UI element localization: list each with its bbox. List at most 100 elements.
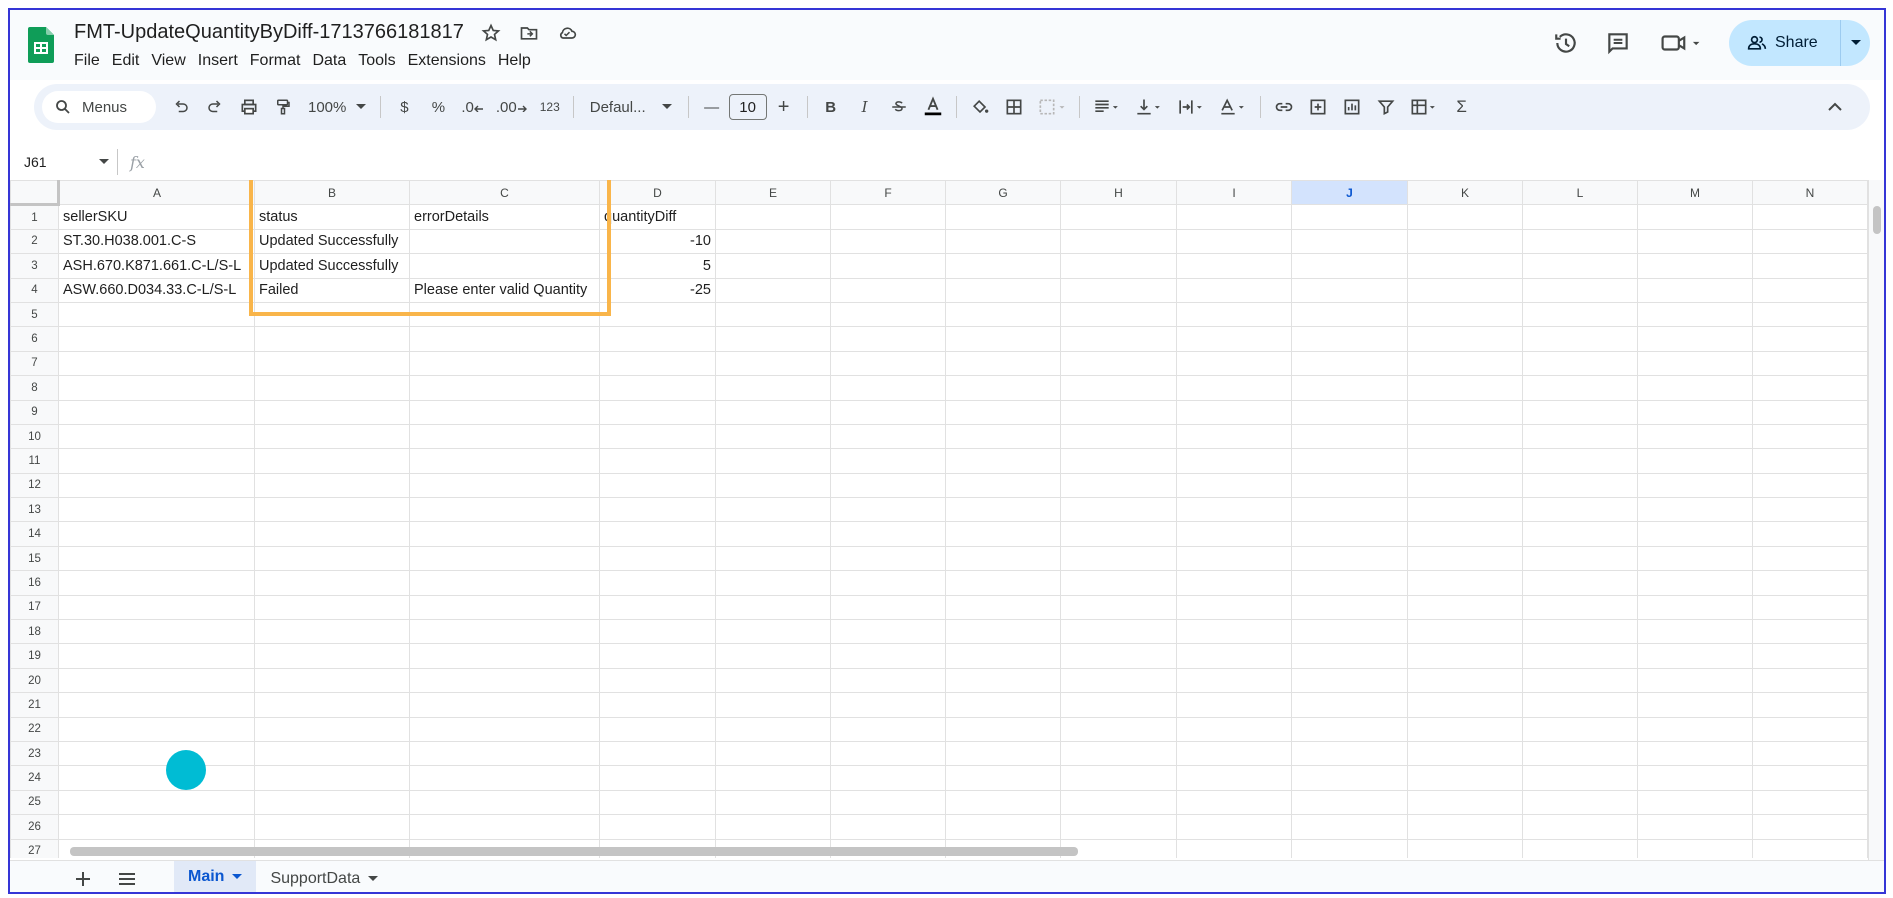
cell[interactable] <box>830 228 946 255</box>
cell[interactable] <box>599 423 716 450</box>
cell[interactable] <box>1522 716 1638 742</box>
cell[interactable] <box>409 448 600 474</box>
horizontal-scrollbar[interactable] <box>60 844 1856 858</box>
menu-extensions[interactable]: Extensions <box>408 52 494 70</box>
vertical-align-icon[interactable] <box>1130 92 1168 122</box>
menu-format[interactable]: Format <box>250 52 309 70</box>
cell[interactable] <box>1291 448 1408 474</box>
cell[interactable] <box>830 643 946 669</box>
cell[interactable] <box>1291 667 1408 694</box>
redo-icon[interactable] <box>200 92 230 122</box>
cell[interactable] <box>1407 789 1523 816</box>
column-header-g[interactable]: G <box>945 180 1061 206</box>
cell[interactable] <box>945 375 1061 401</box>
cell[interactable] <box>58 472 255 499</box>
cell[interactable] <box>599 545 716 572</box>
cell-d3[interactable]: 5 <box>599 253 716 279</box>
menu-view[interactable]: View <box>151 52 193 70</box>
cell[interactable] <box>945 228 1061 255</box>
cell-b4[interactable]: Failed <box>254 277 410 303</box>
cell[interactable] <box>1176 570 1292 596</box>
cell[interactable] <box>1752 326 1868 352</box>
cell[interactable] <box>830 740 946 767</box>
column-header-l[interactable]: L <box>1522 180 1638 206</box>
cell[interactable] <box>409 375 600 401</box>
cell[interactable] <box>1060 594 1177 621</box>
cell[interactable] <box>409 545 600 572</box>
collapse-toolbar-icon[interactable] <box>1820 92 1850 122</box>
insert-chart-icon[interactable] <box>1337 92 1367 122</box>
meet-video-icon[interactable] <box>1655 28 1707 58</box>
cell[interactable] <box>1522 570 1638 596</box>
row-header[interactable]: 8 <box>10 375 59 401</box>
name-box[interactable]: J61 <box>10 149 118 175</box>
cell[interactable] <box>599 643 716 669</box>
column-header-e[interactable]: E <box>715 180 831 206</box>
cell[interactable] <box>715 399 831 425</box>
cell[interactable] <box>254 350 410 377</box>
cell[interactable] <box>1060 472 1177 499</box>
row-header[interactable]: 7 <box>10 350 59 377</box>
print-icon[interactable] <box>234 92 264 122</box>
cell[interactable] <box>715 740 831 767</box>
cell[interactable] <box>1407 740 1523 767</box>
column-header-j[interactable]: J <box>1291 180 1408 206</box>
cell[interactable] <box>715 423 831 450</box>
undo-icon[interactable] <box>166 92 196 122</box>
cell[interactable] <box>1637 765 1753 791</box>
cell[interactable] <box>945 667 1061 694</box>
font-family-select[interactable]: Defaul... <box>582 92 680 122</box>
cell[interactable] <box>599 570 716 596</box>
cell[interactable] <box>945 716 1061 742</box>
cell[interactable] <box>945 423 1061 450</box>
cell[interactable] <box>1291 277 1408 303</box>
cell[interactable] <box>1060 667 1177 694</box>
cell[interactable] <box>830 423 946 450</box>
cell-b2[interactable]: Updated Successfully <box>254 228 410 255</box>
cell[interactable] <box>409 472 600 499</box>
cell[interactable] <box>1637 204 1753 230</box>
paint-format-icon[interactable] <box>268 92 298 122</box>
cell[interactable] <box>1637 448 1753 474</box>
cell[interactable] <box>1752 619 1868 645</box>
cell[interactable] <box>1522 692 1638 718</box>
cell[interactable] <box>58 375 255 401</box>
cell[interactable] <box>1407 667 1523 694</box>
cell[interactable] <box>409 765 600 791</box>
cell[interactable] <box>1176 789 1292 816</box>
cell[interactable] <box>1176 692 1292 718</box>
menu-file[interactable]: File <box>74 52 108 70</box>
cell[interactable] <box>1176 619 1292 645</box>
cell[interactable] <box>1407 350 1523 377</box>
cell[interactable] <box>1176 204 1292 230</box>
cell-b1[interactable]: status <box>254 204 410 230</box>
cell[interactable] <box>1522 740 1638 767</box>
cell-d2[interactable]: -10 <box>599 228 716 255</box>
cell[interactable] <box>830 204 946 230</box>
cell[interactable] <box>599 740 716 767</box>
cell[interactable] <box>830 619 946 645</box>
row-header[interactable]: 1 <box>10 204 59 230</box>
cell-d4[interactable]: -25 <box>599 277 716 303</box>
cell[interactable] <box>1407 326 1523 352</box>
cell-c2[interactable] <box>409 228 600 255</box>
cell[interactable] <box>1407 253 1523 279</box>
cell[interactable] <box>409 619 600 645</box>
cell[interactable] <box>254 814 410 840</box>
cell[interactable] <box>58 448 255 474</box>
cell[interactable] <box>58 326 255 352</box>
column-header-i[interactable]: I <box>1176 180 1292 206</box>
cell[interactable] <box>1176 643 1292 669</box>
row-header[interactable]: 19 <box>10 643 59 669</box>
cell[interactable] <box>1060 375 1177 401</box>
cell[interactable] <box>945 326 1061 352</box>
cell[interactable] <box>1291 814 1408 840</box>
cell[interactable] <box>1060 521 1177 547</box>
insert-comment-icon[interactable] <box>1303 92 1333 122</box>
cell[interactable] <box>1637 326 1753 352</box>
cell[interactable] <box>830 765 946 791</box>
star-icon[interactable] <box>480 22 502 44</box>
cell[interactable] <box>1522 643 1638 669</box>
cell[interactable] <box>254 448 410 474</box>
percent-format-button[interactable]: % <box>423 92 453 122</box>
